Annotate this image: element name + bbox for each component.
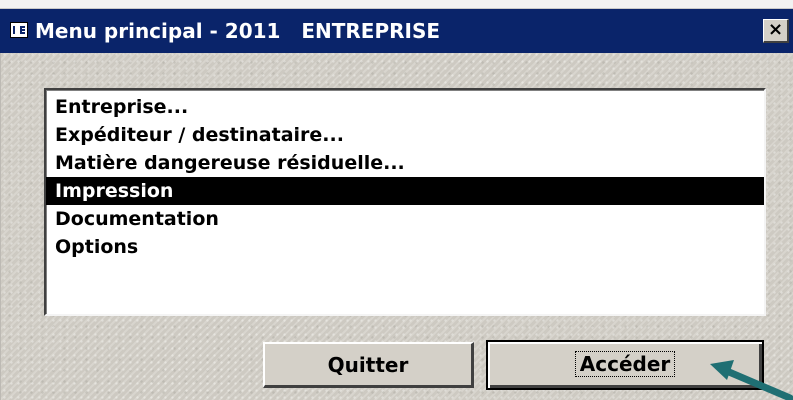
list-item-impression[interactable]: Impression xyxy=(46,177,764,205)
title-bar[interactable]: Menu principal - 2011 ENTREPRISE × xyxy=(0,9,793,53)
top-edge-strip xyxy=(0,0,793,9)
list-item-documentation[interactable]: Documentation xyxy=(46,205,764,233)
form-window-icon[interactable] xyxy=(10,22,28,38)
quit-button[interactable]: Quitter xyxy=(263,342,474,388)
list-item-matiere-dangereuse[interactable]: Matière dangereuse résiduelle... xyxy=(46,149,764,177)
access-button-label: Accéder xyxy=(574,351,676,377)
list-item-expediteur-destinataire[interactable]: Expéditeur / destinataire... xyxy=(46,121,764,149)
quit-button-label: Quitter xyxy=(327,353,409,377)
menu-listbox[interactable]: Entreprise... Expéditeur / destinataire.… xyxy=(44,88,766,316)
pointer-arrow-icon xyxy=(710,360,793,400)
window-title: Menu principal - 2011 ENTREPRISE xyxy=(35,19,441,43)
list-item-entreprise[interactable]: Entreprise... xyxy=(46,93,764,121)
close-button[interactable]: × xyxy=(763,19,789,43)
close-icon: × xyxy=(767,19,784,40)
list-item-options[interactable]: Options xyxy=(46,233,764,261)
